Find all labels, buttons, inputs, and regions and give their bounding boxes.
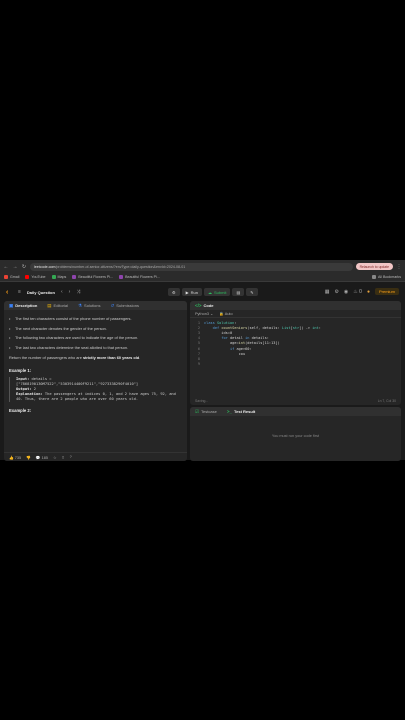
address-bar[interactable]: leetcode.com/problems/number-of-senior-c… xyxy=(30,262,353,271)
code-options: Python3 ⌄ 🔒 Auto xyxy=(190,310,401,318)
whiteboard-button[interactable]: ✎ xyxy=(246,288,258,296)
submit-button[interactable]: ☁ Submit xyxy=(204,288,231,296)
help-button[interactable]: ? xyxy=(70,455,72,459)
share-icon: ⇪ xyxy=(61,455,65,460)
gmail-icon xyxy=(4,275,8,279)
url-host: leetcode.com xyxy=(34,264,56,269)
constraint-list: The first ten characters consist of the … xyxy=(9,316,182,351)
tab-test-result[interactable]: >_ Test Result xyxy=(227,409,255,414)
code-tabs: </> Code xyxy=(190,301,401,310)
code-editor[interactable]: 1 class Solution: 2 def countSeniors(sel… xyxy=(190,318,401,366)
browser-toolbar: ← → ↻ leetcode.com/problems/number-of-se… xyxy=(0,260,405,273)
problem-description: The first ten characters consist of the … xyxy=(4,310,187,413)
back-icon[interactable]: ← xyxy=(3,264,9,270)
run-submit-group: ⚙ ▶ Run ☁ Submit ▤ ✎ xyxy=(168,288,258,296)
result-panel: ☑ Testcase >_ Test Result You must run you… xyxy=(190,407,401,461)
prev-icon[interactable]: ‹ xyxy=(61,289,63,295)
leetcode-logo-icon[interactable]: ‹ xyxy=(6,289,12,296)
result-message: You must run your code first xyxy=(271,434,320,438)
favorite-button[interactable]: ☆ xyxy=(53,455,56,460)
menu-icon[interactable]: ⋮ xyxy=(396,264,402,270)
list-icon[interactable]: ≡ xyxy=(18,289,21,295)
leetcode-topbar: ‹ ≡ Daily Question ‹ › ⤨ ⚙ ▶ Run ☁ Submit … xyxy=(0,286,405,298)
flask-icon: ⚗ xyxy=(78,302,83,308)
run-button[interactable]: ▶ Run xyxy=(181,288,203,296)
code-line: cou xyxy=(204,351,246,356)
tab-solutions[interactable]: ⚗ Solutions xyxy=(78,303,101,309)
topbar-right-tools: ▦ ⚙ ◉ ♨ 0 ● Premium xyxy=(325,288,399,295)
url-path: /problems/number-of-senior-citizens/?env… xyxy=(55,264,186,269)
example-2-title: Example 2: xyxy=(9,408,32,414)
star-icon: ☆ xyxy=(53,455,57,460)
list-item: The following two characters are used to… xyxy=(9,335,182,340)
lock-icon: 🔒 xyxy=(219,312,224,316)
chevron-down-icon: ⌄ xyxy=(210,312,214,316)
tab-testcase[interactable]: ☑ Testcase xyxy=(195,409,217,415)
history-icon: ↺ xyxy=(110,302,115,308)
return-statement: Return the number of passengers who are … xyxy=(9,354,141,360)
shuffle-icon[interactable]: ⤨ xyxy=(76,289,80,295)
flowers-icon xyxy=(72,275,77,279)
language-select[interactable]: Python3 ⌄ xyxy=(195,311,213,316)
tab-submissions[interactable]: ↺ Submissions xyxy=(111,303,139,309)
example-1-block: Input: details = ["7868190130M7522","530… xyxy=(9,377,182,403)
maps-icon xyxy=(51,275,56,279)
upload-icon: ☁ xyxy=(208,289,213,295)
tab-editorial[interactable]: ▤ Editorial xyxy=(47,303,68,309)
dislike-button[interactable]: 👎 xyxy=(26,455,31,460)
thumbs-up-icon: 👍 xyxy=(9,455,14,460)
app-screen: ← → ↻ leetcode.com/problems/number-of-se… xyxy=(0,260,405,461)
comments-button[interactable]: 💬 185 xyxy=(36,455,48,460)
reload-icon[interactable]: ↻ xyxy=(21,264,27,270)
like-button[interactable]: 👍 735 xyxy=(9,455,21,460)
premium-button[interactable]: Premium xyxy=(374,288,399,295)
streak-counter[interactable]: ♨ 0 xyxy=(353,289,362,295)
list-item: The first ten characters consist of the … xyxy=(9,316,182,321)
document-icon: ▣ xyxy=(9,302,14,308)
book-icon: ▤ xyxy=(47,302,52,308)
terminal-icon: >_ xyxy=(226,409,232,414)
daily-question-title[interactable]: Daily Question xyxy=(27,290,55,295)
description-panel: ▣ Description ▤ Editorial ⚗ Solutions ↺ Subm… xyxy=(4,301,187,461)
help-icon: ? xyxy=(69,455,72,459)
avatar[interactable]: ● xyxy=(367,289,370,295)
code-icon: </> xyxy=(195,303,202,308)
list-item: The last two characters determine the se… xyxy=(9,345,182,350)
thumbs-down-icon: 👎 xyxy=(26,455,31,460)
bookmarks-bar: Gmail YouTube Maps Beautiful Flowers Pi.… xyxy=(0,273,405,282)
code-panel: </> Code Python3 ⌄ 🔒 Auto 1 class Solutio… xyxy=(190,301,401,405)
debug-button[interactable]: ⚙ xyxy=(168,288,180,296)
play-icon: ▶ xyxy=(185,289,189,295)
checkbox-icon: ☑ xyxy=(195,408,200,414)
tab-code[interactable]: </> Code xyxy=(195,303,214,308)
example-1-title: Example 1: xyxy=(9,368,32,374)
next-icon[interactable]: › xyxy=(69,289,71,295)
description-tabs: ▣ Description ▤ Editorial ⚗ Solutions ↺ Subm… xyxy=(4,301,187,310)
all-bookmarks[interactable]: All Bookmarks xyxy=(372,275,401,279)
flame-icon: ♨ xyxy=(353,288,358,295)
bookmark-maps[interactable]: Maps xyxy=(51,275,66,279)
description-footer: 👍 735 👎 💬 185 ☆ ⇪ ? xyxy=(4,452,187,461)
tab-description[interactable]: ▣ Description xyxy=(9,303,37,309)
folder-icon xyxy=(372,275,377,279)
fire-icon[interactable]: ◉ xyxy=(344,289,348,295)
share-button[interactable]: ⇪ xyxy=(61,455,64,460)
bookmark-youtube[interactable]: YouTube xyxy=(25,275,46,279)
youtube-icon xyxy=(25,275,30,279)
bookmark-gmail[interactable]: Gmail xyxy=(4,275,19,279)
relaunch-update-button[interactable]: Relaunch to update xyxy=(355,263,393,270)
bookmark-flowers-2[interactable]: Beautiful Flowers Pi... xyxy=(119,275,160,279)
list-item: The next character denotes the gender of… xyxy=(9,326,182,331)
bookmark-flowers-1[interactable]: Beautiful Flowers Pi... xyxy=(72,275,113,279)
layout-icon[interactable]: ▦ xyxy=(325,289,330,295)
forward-icon[interactable]: → xyxy=(12,264,18,270)
comment-icon: 💬 xyxy=(35,455,41,460)
editor-status-bar: Saving... Ln 7, Col 30 xyxy=(195,399,396,403)
flowers-icon xyxy=(119,275,124,279)
notes-button[interactable]: ▤ xyxy=(232,288,245,296)
settings-icon[interactable]: ⚙ xyxy=(334,289,338,295)
result-tabs: ☑ Testcase >_ Test Result xyxy=(190,407,401,416)
auto-toggle[interactable]: 🔒 Auto xyxy=(219,311,232,316)
